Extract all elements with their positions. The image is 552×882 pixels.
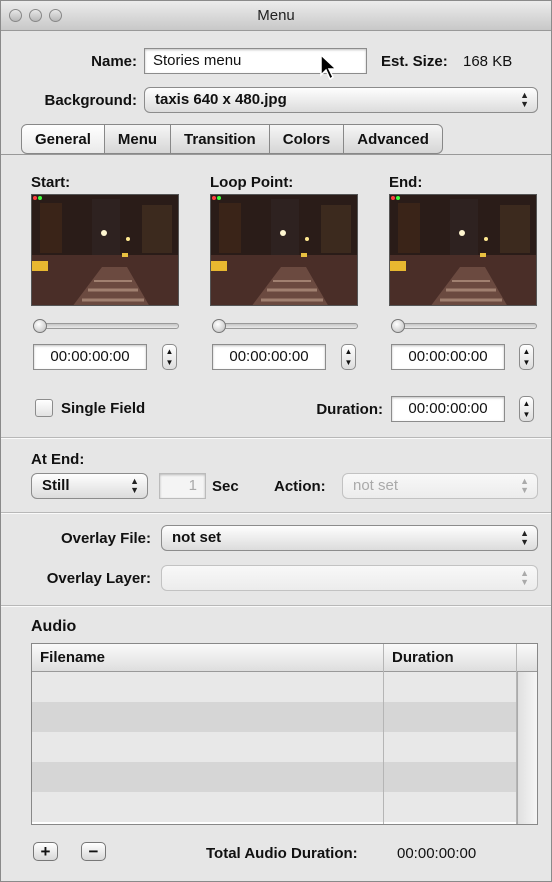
end-thumbnail xyxy=(389,194,537,306)
end-timecode-stepper[interactable]: ▲ ▼ xyxy=(519,344,534,370)
action-popup[interactable]: not set ▲ ▼ xyxy=(342,473,538,499)
tab-menu[interactable]: Menu xyxy=(104,124,172,154)
sec-label: Sec xyxy=(212,478,239,495)
column-header-duration[interactable]: Duration xyxy=(384,644,454,672)
end-timecode-field[interactable]: 00:00:00:00 xyxy=(391,344,505,370)
column-divider xyxy=(383,644,384,824)
single-field-label: Single Field xyxy=(61,400,146,417)
separator xyxy=(1,513,551,514)
popup-arrows-icon: ▲ ▼ xyxy=(130,476,139,495)
separator xyxy=(1,606,551,607)
column-header-filename[interactable]: Filename xyxy=(32,644,105,672)
start-label: Start: xyxy=(31,174,71,191)
mouse-cursor-icon xyxy=(319,53,339,85)
table-row[interactable] xyxy=(32,792,517,822)
close-window-icon[interactable] xyxy=(9,9,22,22)
background-popup-value: taxis 640 x 480.jpg xyxy=(155,91,287,108)
end-label: End: xyxy=(389,174,423,191)
table-row[interactable] xyxy=(32,732,517,762)
popup-arrows-icon: ▲ ▼ xyxy=(520,90,529,109)
loop-point-label: Loop Point: xyxy=(210,174,294,191)
tab-transition[interactable]: Transition xyxy=(171,124,270,154)
tab-colors[interactable]: Colors xyxy=(269,124,345,154)
overlay-file-popup[interactable]: not set ▲ ▼ xyxy=(161,525,538,551)
action-popup-value: not set xyxy=(353,477,399,494)
start-slider[interactable] xyxy=(33,323,179,329)
background-popup[interactable]: taxis 640 x 480.jpg ▲ ▼ xyxy=(144,87,538,113)
popup-arrows-icon: ▲ ▼ xyxy=(520,528,529,547)
overlay-file-popup-value: not set xyxy=(172,529,222,546)
add-audio-button[interactable]: + xyxy=(33,842,58,861)
sec-field[interactable]: 1 xyxy=(159,473,206,499)
at-end-popup[interactable]: Still ▲ ▼ xyxy=(31,473,148,499)
loop-point-slider[interactable] xyxy=(212,323,358,329)
separator xyxy=(1,438,551,439)
loop-point-slider-knob[interactable] xyxy=(212,319,226,333)
loop-point-thumbnail xyxy=(210,194,358,306)
table-row[interactable] xyxy=(32,762,517,792)
est-size-label: Est. Size: xyxy=(381,53,448,70)
single-field-checkbox[interactable] xyxy=(35,399,53,417)
tab-bar: General Menu Transition Colors Advanced xyxy=(21,124,443,154)
overlay-file-label: Overlay File: xyxy=(60,530,151,547)
start-thumbnail xyxy=(31,194,179,306)
at-end-popup-value: Still xyxy=(42,477,70,494)
minimize-window-icon[interactable] xyxy=(29,9,42,22)
tab-general[interactable]: General xyxy=(21,124,105,154)
duration-field[interactable]: 00:00:00:00 xyxy=(391,396,505,422)
background-label: Background: xyxy=(44,92,137,109)
tab-advanced[interactable]: Advanced xyxy=(344,124,443,154)
start-timecode-stepper[interactable]: ▲ ▼ xyxy=(162,344,177,370)
overlay-layer-popup[interactable]: ▲ ▼ xyxy=(161,565,538,591)
start-timecode-field[interactable]: 00:00:00:00 xyxy=(33,344,147,370)
popup-arrows-icon: ▲ ▼ xyxy=(520,568,529,587)
audio-table[interactable]: Filename Duration xyxy=(31,643,538,825)
total-audio-duration-label: Total Audio Duration: xyxy=(206,845,358,862)
end-slider-knob[interactable] xyxy=(391,319,405,333)
name-label: Name: xyxy=(91,53,137,70)
zoom-window-icon[interactable] xyxy=(49,9,62,22)
overlay-layer-label: Overlay Layer: xyxy=(46,570,151,587)
table-row[interactable] xyxy=(32,672,517,702)
audio-section-title: Audio xyxy=(31,618,77,635)
start-slider-knob[interactable] xyxy=(33,319,47,333)
total-audio-duration-value: 00:00:00:00 xyxy=(397,845,477,862)
est-size-value: 168 KB xyxy=(463,53,513,70)
window-title: Menu xyxy=(257,7,295,24)
table-header: Filename Duration xyxy=(32,644,537,672)
duration-label: Duration: xyxy=(316,401,383,418)
menu-inspector-window: Menu Name: Stories menu Est. Size: 168 K… xyxy=(0,0,552,882)
at-end-label: At End: xyxy=(31,451,85,468)
loop-point-timecode-field[interactable]: 00:00:00:00 xyxy=(212,344,326,370)
remove-audio-button[interactable]: − xyxy=(81,842,106,861)
end-slider[interactable] xyxy=(391,323,537,329)
duration-stepper[interactable]: ▲ ▼ xyxy=(519,396,534,422)
action-label: Action: xyxy=(274,478,326,495)
loop-point-timecode-stepper[interactable]: ▲ ▼ xyxy=(341,344,356,370)
popup-arrows-icon: ▲ ▼ xyxy=(520,476,529,495)
table-scrollbar[interactable] xyxy=(517,672,537,824)
title-bar[interactable]: Menu xyxy=(1,1,551,31)
table-row[interactable] xyxy=(32,702,517,732)
